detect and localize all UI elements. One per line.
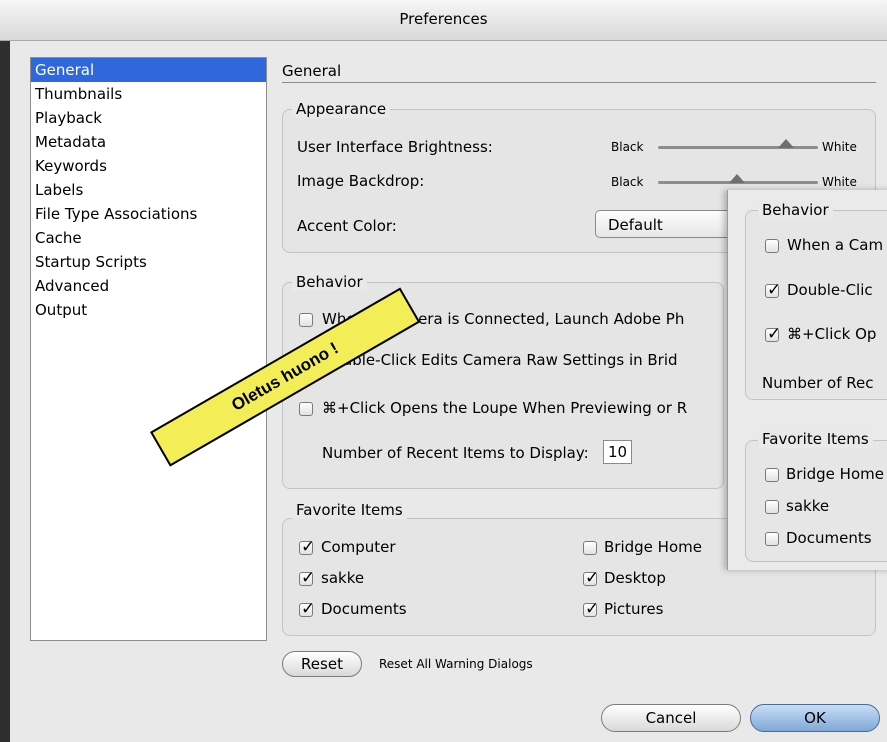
backdrop-label: Image Backdrop:	[297, 172, 425, 190]
favorite-bridge-home-checkbox[interactable]	[583, 541, 597, 555]
inset-camera-label: When a Cam	[787, 236, 884, 254]
recent-items-label: Number of Recent Items to Display:	[322, 444, 589, 462]
inset-double-click-label: Double-Clic	[787, 281, 873, 299]
appearance-legend: Appearance	[292, 100, 391, 118]
sidebar-item-playback[interactable]: Playback	[31, 106, 266, 130]
inset-fav-bridge-home-label: Bridge Home	[786, 465, 884, 483]
inset-cmd-click-checkbox[interactable]	[765, 324, 781, 344]
inset-fav-documents-label: Documents	[786, 529, 872, 547]
sidebar-item-file-type-associations[interactable]: File Type Associations	[31, 202, 266, 226]
sidebar-item-thumbnails[interactable]: Thumbnails	[31, 82, 266, 106]
sidebar-item-advanced[interactable]: Advanced	[31, 274, 266, 298]
favorite-pictures-label: Pictures	[604, 600, 664, 618]
ok-button[interactable]: OK	[750, 704, 880, 732]
inset-fav-sakke-label: sakke	[786, 497, 830, 515]
brightness-max-label: White	[822, 140, 857, 154]
camera-launch-checkbox[interactable]	[299, 313, 313, 327]
inset-fav-sakke-checkbox[interactable]	[765, 500, 779, 514]
window-left-edge	[0, 41, 10, 742]
brightness-slider-track[interactable]	[658, 146, 818, 149]
backdrop-max-label: White	[822, 175, 857, 189]
inset-favorites-legend: Favorite Items	[758, 430, 873, 448]
sidebar-item-labels[interactable]: Labels	[31, 178, 266, 202]
page-title-rule	[282, 82, 876, 83]
backdrop-slider-thumb[interactable]	[729, 174, 745, 183]
page-title: General	[282, 62, 342, 80]
brightness-slider-thumb[interactable]	[778, 139, 794, 148]
comparison-inset-panel: Behavior When a Cam Double-Clic ⌘+Click …	[727, 190, 887, 570]
sidebar-item-cache[interactable]: Cache	[31, 226, 266, 250]
cmd-click-loupe-checkbox[interactable]	[299, 402, 313, 416]
favorite-items-legend: Favorite Items	[292, 501, 407, 519]
sidebar-item-keywords[interactable]: Keywords	[31, 154, 266, 178]
double-click-label: Double-Click Edits Camera Raw Settings i…	[322, 351, 678, 369]
sidebar-item-general[interactable]: General	[31, 58, 266, 82]
favorite-desktop-checkbox[interactable]	[583, 568, 599, 588]
favorite-sakke-checkbox[interactable]	[299, 568, 315, 588]
brightness-min-label: Black	[611, 140, 644, 154]
window-title: Preferences	[399, 10, 488, 28]
inset-recent-label: Number of Rec	[762, 374, 874, 392]
cmd-click-loupe-label: ⌘+Click Opens the Loupe When Previewing …	[322, 399, 688, 417]
inset-behavior-legend: Behavior	[758, 201, 833, 219]
brightness-label: User Interface Brightness:	[297, 138, 493, 156]
sidebar-item-metadata[interactable]: Metadata	[31, 130, 266, 154]
inset-fav-bridge-home-checkbox[interactable]	[765, 468, 779, 482]
favorite-bridge-home-label: Bridge Home	[604, 538, 702, 556]
inset-fav-documents-checkbox[interactable]	[765, 532, 779, 546]
favorite-pictures-checkbox[interactable]	[583, 599, 599, 619]
sidebar-item-output[interactable]: Output	[31, 298, 266, 322]
reset-description: Reset All Warning Dialogs	[379, 657, 533, 671]
behavior-legend: Behavior	[292, 273, 367, 291]
recent-items-field[interactable]: 10	[603, 440, 632, 464]
inset-camera-checkbox[interactable]	[765, 239, 779, 253]
reset-button[interactable]: Reset	[282, 651, 362, 677]
inset-double-click-checkbox[interactable]	[765, 280, 781, 300]
favorite-sakke-label: sakke	[321, 569, 365, 587]
inset-cmd-click-label: ⌘+Click Op	[787, 325, 877, 343]
accent-color-label: Accent Color:	[297, 217, 397, 235]
favorite-computer-checkbox[interactable]	[299, 537, 315, 557]
cancel-button[interactable]: Cancel	[601, 704, 741, 732]
preferences-sidebar: General Thumbnails Playback Metadata Key…	[30, 57, 267, 641]
sidebar-item-startup-scripts[interactable]: Startup Scripts	[31, 250, 266, 274]
favorite-computer-label: Computer	[321, 538, 396, 556]
favorite-desktop-label: Desktop	[604, 569, 666, 587]
backdrop-min-label: Black	[611, 175, 644, 189]
favorite-documents-checkbox[interactable]	[299, 599, 315, 619]
favorite-documents-label: Documents	[321, 600, 407, 618]
